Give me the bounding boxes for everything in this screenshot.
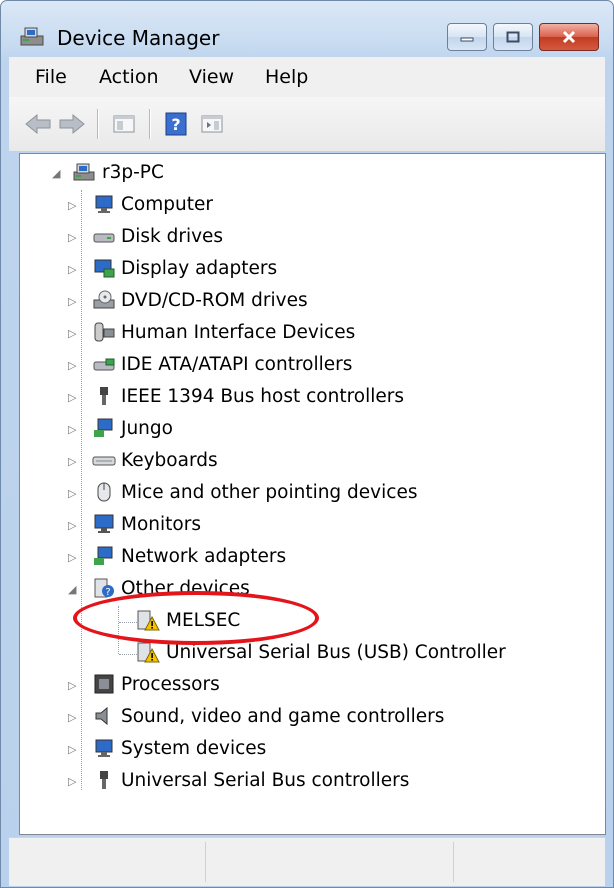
tree-label-category: Human Interface Devices (121, 322, 356, 343)
tree-label-category: IEEE 1394 Bus host controllers (121, 386, 405, 407)
tree-label-category: Keyboards (121, 450, 218, 471)
expand-triangle-icon[interactable]: ▷ (68, 327, 76, 340)
mouse-icon (97, 482, 111, 502)
toolbar-separator (149, 109, 151, 139)
tree-label-category: Monitors (121, 514, 201, 535)
expand-triangle-icon[interactable]: ▷ (68, 743, 76, 756)
device-manager-icon (20, 27, 44, 46)
monitor-icon (94, 514, 114, 533)
expand-triangle-icon[interactable]: ▷ (68, 775, 76, 788)
expand-triangle-icon[interactable]: ▷ (68, 487, 76, 500)
expand-triangle-icon[interactable]: ▷ (68, 519, 76, 532)
show-hide-action-pane-icon[interactable] (197, 109, 227, 139)
status-pane (453, 842, 454, 882)
menu-help-label: Help (265, 66, 309, 88)
back-arrow-icon[interactable] (23, 109, 53, 139)
expand-triangle-icon[interactable]: ▷ (68, 551, 76, 564)
svg-text:?: ? (171, 115, 180, 134)
maximize-icon (506, 31, 520, 43)
device-tree[interactable]: ◢ r3p-PC ▷ Computer ▷ Disk drives ▷ Disp… (19, 153, 606, 835)
minimize-icon (460, 37, 474, 42)
toolbar: ? (9, 97, 605, 152)
menu-help[interactable]: Help (265, 66, 308, 88)
forward-arrow-icon[interactable] (57, 109, 87, 139)
network-adapter-icon (94, 546, 113, 565)
optical-drive-icon (93, 290, 115, 309)
expand-triangle-icon[interactable]: ▷ (68, 679, 76, 692)
device-manager-window: Device Manager File Action View Help ? ◢… (0, 0, 614, 888)
display-adapter-icon (94, 259, 115, 278)
tree-label-category: System devices (121, 738, 267, 759)
tree-label-category: Network adapters (121, 546, 287, 567)
system-device-icon (95, 739, 113, 757)
tree-label-category: Processors (121, 674, 220, 695)
tree-connector (119, 654, 137, 655)
tree-label-category: Other devices (121, 578, 250, 599)
caption-buttons (441, 23, 599, 51)
expand-triangle-icon[interactable]: ▷ (68, 391, 76, 404)
expand-triangle-icon[interactable]: ▷ (68, 199, 76, 212)
expand-triangle-icon[interactable]: ▷ (68, 359, 76, 372)
hid-icon (94, 322, 115, 342)
window-title: Device Manager (57, 26, 220, 50)
tree-label-root: r3p-PC (102, 162, 164, 183)
tree-label-category: Mice and other pointing devices (121, 482, 418, 503)
menu-view[interactable]: View (189, 66, 234, 88)
speaker-icon (95, 706, 108, 726)
tree-label-device: Universal Serial Bus (USB) Controller (166, 642, 506, 663)
warning-device-icon (137, 610, 160, 631)
keyboard-icon (92, 456, 116, 466)
tree-label-category: Disk drives (121, 226, 224, 247)
maximize-button[interactable] (493, 23, 533, 51)
menu-view-label: View (189, 66, 235, 88)
ieee1394-icon (100, 387, 108, 405)
tree-label-category: Computer (121, 194, 213, 215)
close-button[interactable] (539, 23, 599, 51)
expand-triangle-icon[interactable]: ▷ (68, 231, 76, 244)
svg-text:?: ? (105, 587, 110, 598)
tree-connector (119, 622, 137, 623)
menu-file-label: File (35, 66, 67, 88)
disk-drive-icon (93, 233, 115, 243)
menu-action[interactable]: Action (99, 66, 159, 88)
tree-label-category: Display adapters (121, 258, 278, 279)
help-icon[interactable]: ? (161, 109, 191, 139)
close-icon (562, 30, 576, 44)
usb-icon (100, 771, 108, 789)
expand-triangle-icon[interactable]: ▷ (68, 711, 76, 724)
tree-label-device: MELSEC (166, 610, 241, 631)
expand-triangle-icon[interactable]: ▷ (68, 295, 76, 308)
tree-label-category: Universal Serial Bus controllers (121, 770, 410, 791)
ide-controller-icon (93, 358, 115, 371)
tree-label-category: Sound, video and game controllers (121, 706, 445, 727)
unknown-device-icon: ? (94, 578, 114, 598)
collapse-triangle-icon[interactable]: ◢ (68, 583, 76, 596)
show-hide-console-tree-icon[interactable] (109, 109, 139, 139)
menu-action-label: Action (99, 66, 159, 88)
processor-icon (94, 674, 114, 694)
network-device-icon (94, 418, 113, 437)
status-pane (205, 842, 206, 882)
warning-device-icon (137, 642, 160, 663)
title-bar[interactable]: Device Manager (1, 1, 613, 57)
expand-triangle-icon[interactable]: ▷ (68, 423, 76, 436)
tree-connector (118, 606, 119, 654)
computer-icon (95, 195, 113, 213)
toolbar-separator (97, 109, 99, 139)
computer-icon (73, 163, 95, 181)
expand-triangle-icon[interactable]: ▷ (68, 455, 76, 468)
status-bar (9, 837, 605, 886)
minimize-button[interactable] (447, 23, 487, 51)
menu-bar: File Action View Help (9, 57, 605, 97)
tree-label-category: IDE ATA/ATAPI controllers (121, 354, 353, 375)
tree-connector (81, 190, 82, 790)
expand-triangle-icon[interactable]: ▷ (68, 263, 76, 276)
tree-label-category: DVD/CD-ROM drives (121, 290, 308, 311)
menu-file[interactable]: File (35, 66, 67, 88)
tree-label-category: Jungo (121, 418, 173, 439)
collapse-triangle-icon[interactable]: ◢ (52, 167, 60, 180)
